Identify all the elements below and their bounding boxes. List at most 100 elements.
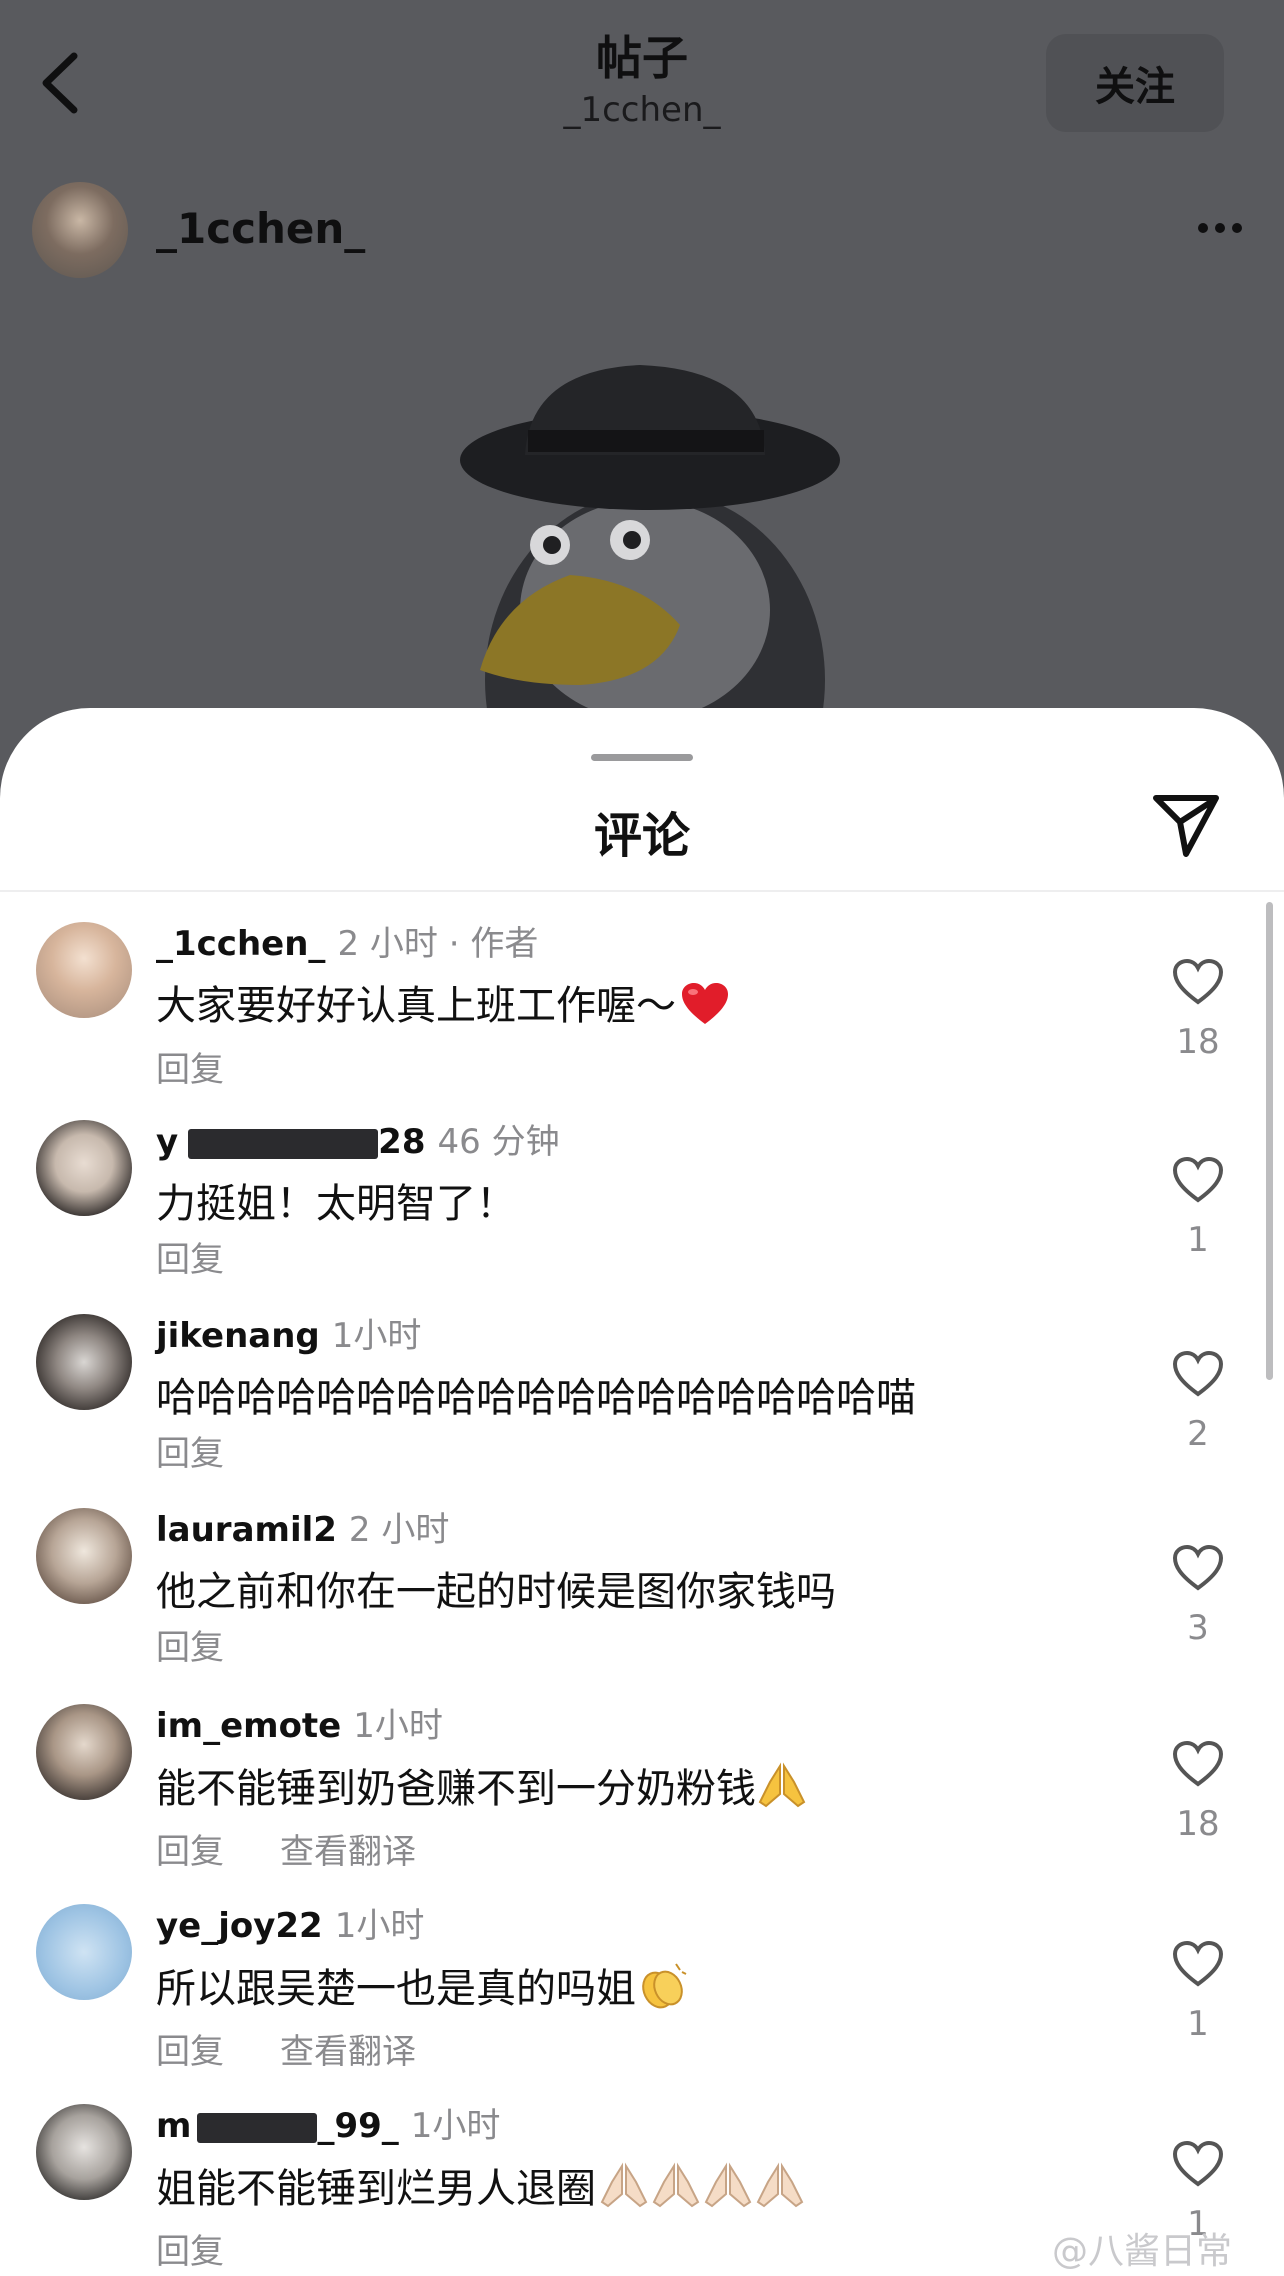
send-icon[interactable] [1150, 790, 1222, 862]
like-button[interactable]: 18 [1168, 1740, 1228, 1844]
clapping-hands-emoji-icon [642, 1963, 687, 2009]
like-button[interactable]: 1 [1168, 1156, 1228, 1260]
avatar[interactable] [36, 1508, 132, 1604]
comment-text: 所以跟吴楚一也是真的吗姐 [156, 1960, 688, 2017]
comment-text: 大家要好好认真上班工作喔～ [156, 978, 730, 1034]
comment-time: 1小时 [331, 1316, 422, 1356]
comment-meta: _1cchen_ 2 小时 · 作者 [156, 922, 538, 966]
comment-body: 所以跟吴楚一也是真的吗姐 [156, 1966, 636, 2012]
reply-button[interactable]: 回复 [156, 1240, 224, 1280]
comment-meta: m _99_ 1小时 [156, 2104, 500, 2148]
folded-hands-emoji-icon [756, 2162, 804, 2208]
comment-actions: 回复 查看翻译 [156, 2030, 472, 2074]
scrollbar[interactable] [1266, 902, 1273, 1380]
comment-meta: lauramil2 2 小时 [156, 1508, 449, 1552]
avatar[interactable] [36, 1314, 132, 1410]
comment-text: 他之前和你在一起的时候是图你家钱吗 [156, 1569, 836, 1615]
comment-username[interactable]: lauramil2 [156, 1510, 337, 1550]
comment-text: 姐能不能锤到烂男人退圈 [156, 2160, 806, 2217]
like-button[interactable]: 2 [1168, 1350, 1228, 1454]
like-button[interactable]: 1 [1168, 1940, 1228, 2044]
redaction-bar [197, 2112, 318, 2143]
watermark: @八酱日常 [1052, 2231, 1233, 2272]
comment-actions: 回复 [156, 2230, 280, 2274]
like-count: 2 [1187, 1414, 1209, 1454]
comment-body: 姐能不能锤到烂男人退圈 [156, 2166, 596, 2212]
comment-username-suffix[interactable]: 28 [378, 1122, 425, 1162]
list-item: y 28 46 分钟 力挺姐！太明智了！ 回复 1 [0, 1120, 1260, 1320]
more-options-icon[interactable] [1198, 218, 1252, 238]
divider [0, 890, 1284, 892]
avatar[interactable] [36, 922, 132, 1018]
comment-username[interactable]: ye_joy22 [156, 1906, 323, 1946]
comment-time: 2 小时 [348, 1510, 450, 1550]
comment-meta: jikenang 1小时 [156, 1314, 421, 1358]
comment-meta: im_emote 1小时 [156, 1704, 443, 1748]
like-count: 18 [1176, 1022, 1220, 1062]
top-bar: 帖子 _1cchen_ 关注 [0, 0, 1284, 160]
comment-username-prefix[interactable]: y [156, 1122, 178, 1162]
comment-time: 1小时 [410, 2106, 501, 2146]
comments-sheet: 评论 _1cchen_ 2 小时 · 作者 大家要好好认真上班工作喔～ 回复 18… [0, 708, 1284, 2276]
comment-username[interactable]: _1cchen_ [156, 924, 325, 964]
folded-hands-emoji-icon [758, 1762, 806, 1808]
avatar[interactable] [36, 1120, 132, 1216]
like-count: 1 [1187, 1220, 1209, 1260]
reply-button[interactable]: 回复 [156, 1628, 224, 1668]
reply-button[interactable]: 回复 [156, 1832, 224, 1872]
comment-username[interactable]: im_emote [156, 1706, 341, 1746]
heart-icon [1172, 958, 1224, 1005]
comment-text: 哈哈哈哈哈哈哈哈哈哈哈哈哈哈哈哈哈哈喵 [156, 1375, 916, 1421]
comment-time: 1小时 [334, 1906, 425, 1946]
translate-button[interactable]: 查看翻译 [280, 2032, 416, 2072]
heart-icon [1172, 1350, 1224, 1397]
list-item: im_emote 1小时 能不能锤到奶爸赚不到一分奶粉钱 回复 查看翻译 18 [0, 1704, 1260, 1904]
comment-actions: 回复 [156, 1048, 280, 1092]
like-count: 18 [1176, 1804, 1220, 1844]
post-view-dimmed: 帖子 _1cchen_ 关注 _1cchen_ [0, 0, 1284, 760]
folded-hands-emoji-icon [652, 2162, 700, 2208]
comment-time: 1小时 [353, 1706, 443, 1746]
comment-time: 2 小时 [337, 924, 438, 964]
post-author-row: _1cchen_ [32, 182, 1252, 278]
list-item: _1cchen_ 2 小时 · 作者 大家要好好认真上班工作喔～ 回复 18 [0, 922, 1260, 1122]
avatar[interactable] [36, 1704, 132, 1800]
redaction-bar [188, 1128, 379, 1159]
comment-username-suffix[interactable]: _99_ [317, 2106, 398, 2146]
reply-button[interactable]: 回复 [156, 2032, 224, 2072]
folded-hands-emoji-icon [600, 2162, 648, 2208]
like-count: 1 [1187, 2004, 1209, 2044]
comment-body: 能不能锤到奶爸赚不到一分奶粉钱 [156, 1766, 756, 1812]
like-count: 3 [1187, 1608, 1209, 1648]
comment-meta: ye_joy22 1小时 [156, 1904, 424, 1948]
translate-button[interactable]: 查看翻译 [280, 1832, 416, 1872]
avatar[interactable] [32, 182, 128, 278]
list-item: lauramil2 2 小时 他之前和你在一起的时候是图你家钱吗 回复 3 [0, 1508, 1260, 1708]
follow-button[interactable]: 关注 [1046, 34, 1224, 132]
post-author-name[interactable]: _1cchen_ [156, 204, 365, 253]
post-image-penguin [460, 365, 840, 750]
heart-icon [1172, 1940, 1224, 1987]
avatar[interactable] [36, 1904, 132, 2000]
sheet-title: 评论 [593, 808, 690, 864]
heart-icon [1172, 1156, 1224, 1203]
heart-icon [1172, 2140, 1224, 2187]
reply-button[interactable]: 回复 [156, 1050, 224, 1090]
avatar[interactable] [36, 2104, 132, 2200]
folded-hands-emoji-icon [704, 2162, 752, 2208]
red-heart-emoji-icon [682, 983, 728, 1024]
comment-meta: y 28 46 分钟 [156, 1120, 560, 1164]
sheet-drag-handle[interactable] [591, 754, 693, 761]
comment-text: 力挺姐！太明智了！ [156, 1181, 516, 1227]
comment-username[interactable]: jikenang [156, 1316, 320, 1356]
comment-text: 能不能锤到奶爸赚不到一分奶粉钱 [156, 1760, 808, 1817]
like-button[interactable]: 18 [1168, 958, 1228, 1062]
list-item: ye_joy22 1小时 所以跟吴楚一也是真的吗姐 回复 查看翻译 1 [0, 1904, 1260, 2104]
list-item: jikenang 1小时 哈哈哈哈哈哈哈哈哈哈哈哈哈哈哈哈哈哈喵 回复 2 [0, 1314, 1260, 1514]
reply-button[interactable]: 回复 [156, 2232, 224, 2272]
reply-button[interactable]: 回复 [156, 1434, 224, 1474]
comment-actions: 回复 查看翻译 [156, 1830, 472, 1874]
like-button[interactable]: 3 [1168, 1544, 1228, 1648]
comment-username-prefix[interactable]: m [156, 2106, 191, 2146]
comment-actions: 回复 [156, 1238, 280, 1282]
